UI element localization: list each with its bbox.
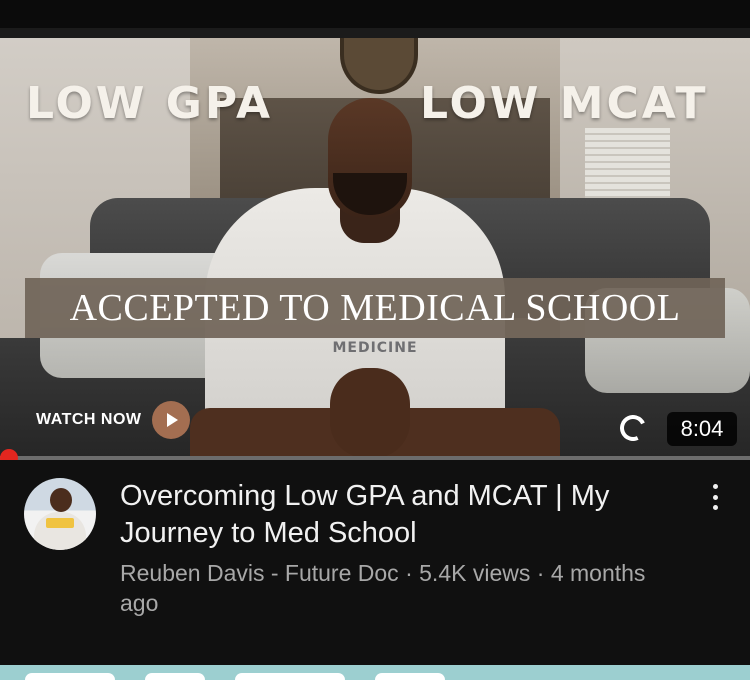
video-title[interactable]: Overcoming Low GPA and MCAT | My Journey… [120,478,680,552]
next-video-thumbnail-peek[interactable] [0,665,750,680]
top-separator [0,28,750,38]
app-page: MEDICINE LOW GPA LOW MCAT ACCEPTED TO ME… [0,0,750,680]
thumbnail-headline-left: LOW GPA [26,78,274,129]
video-details[interactable]: Overcoming Low GPA and MCAT | My Journey… [0,460,750,665]
next-thumbnail-shape [375,673,445,680]
thumbnail-headline-right: LOW MCAT [420,78,709,129]
channel-name[interactable]: Reuben Davis - Future Doc [120,560,399,586]
watch-now-label: WATCH NOW [36,411,142,428]
video-metadata: Reuben Davis - Future Doc · 5.4K views ·… [120,558,660,618]
watch-now-callout: WATCH NOW [36,400,190,440]
avatar-badge [46,518,74,528]
next-thumbnail-shape [145,673,205,680]
next-thumbnail-shape [25,673,115,680]
view-count: 5.4K views [419,560,531,586]
meta-separator: · [530,560,551,586]
thumbnail-banner: ACCEPTED TO MEDICAL SCHOOL [25,278,725,338]
play-icon [151,401,190,439]
avatar-head [50,488,72,512]
top-bar [0,0,750,28]
more-vertical-icon[interactable] [700,482,730,512]
shirt-text: MEDICINE [332,340,418,356]
duration-badge: 8:04 [667,412,737,446]
next-thumbnail-shape [235,673,345,680]
channel-avatar[interactable] [24,478,96,550]
meta-separator: · [398,560,420,586]
scene-person-hands [330,368,410,458]
video-thumbnail[interactable]: MEDICINE LOW GPA LOW MCAT ACCEPTED TO ME… [0,38,750,458]
